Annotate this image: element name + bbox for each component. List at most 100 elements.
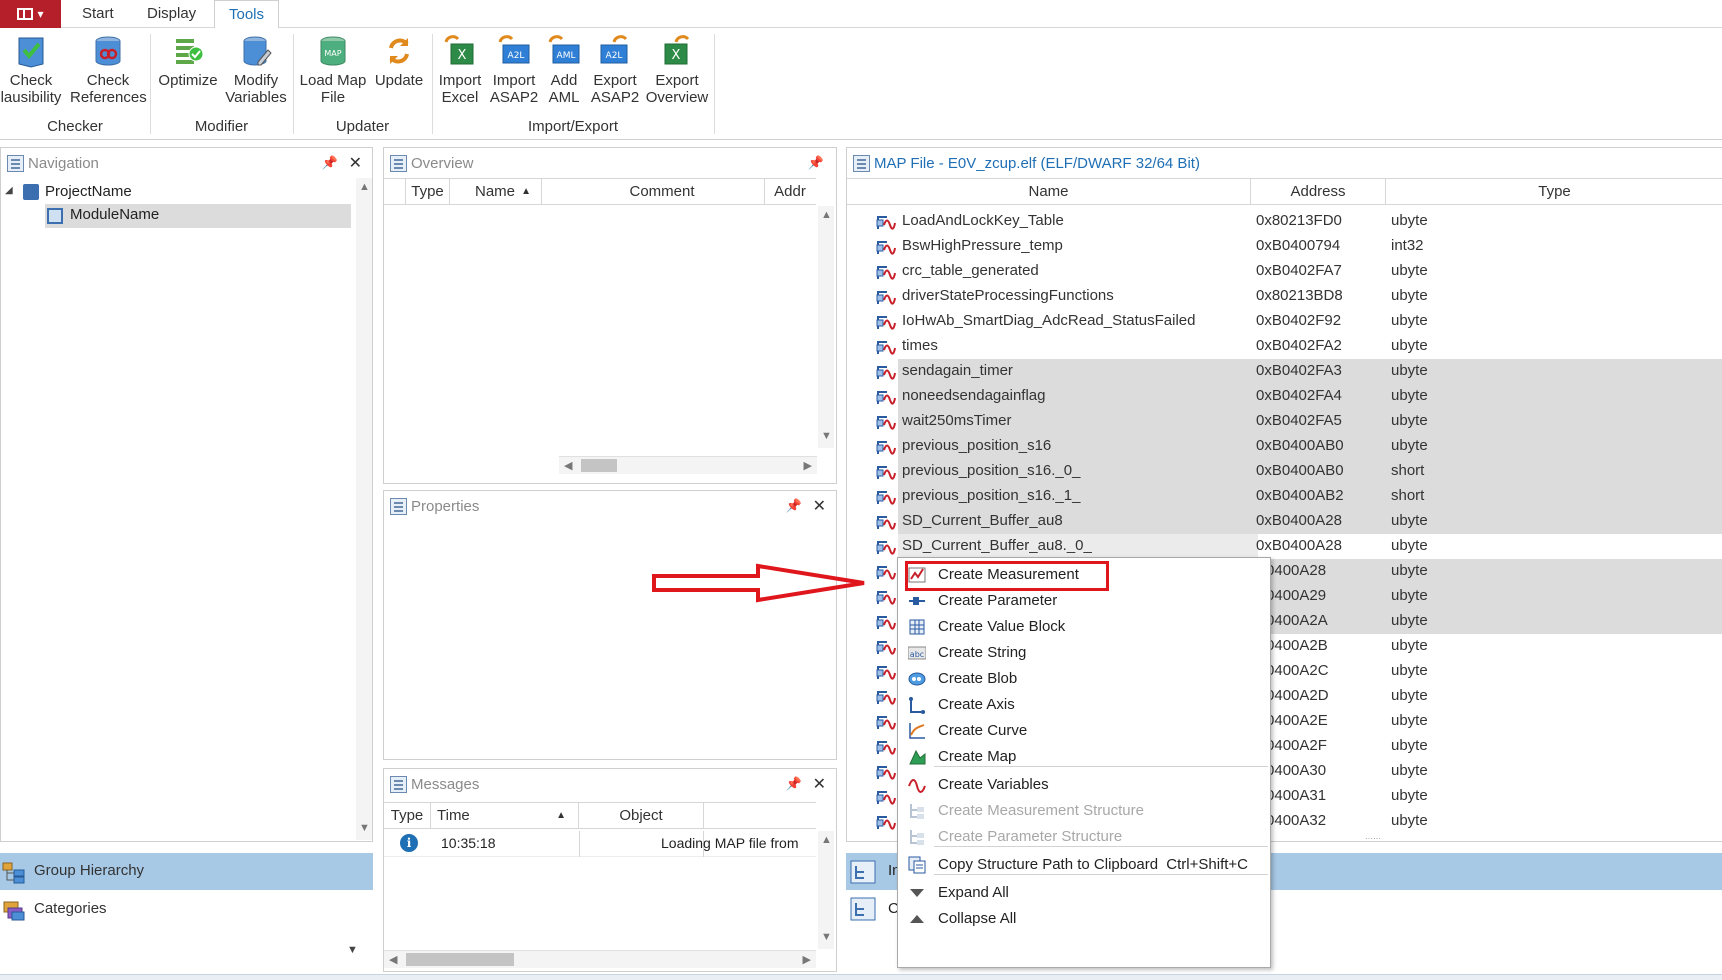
map-column-address[interactable]: Address <box>1251 179 1386 205</box>
load-map-file-button[interactable]: MAP Load Map File <box>298 34 368 106</box>
table-row[interactable]: SD_Current_Buffer_au8 0xB0400A28 ubyte <box>872 509 1722 534</box>
pin-icon[interactable]: 📌 <box>786 776 802 792</box>
scroll-down-icon[interactable]: ▼ <box>359 822 370 834</box>
pin-icon[interactable]: 📌 <box>786 498 802 514</box>
tab-start[interactable]: Start <box>68 0 128 28</box>
overview-column-comment[interactable]: Comment <box>560 179 765 205</box>
import-excel-button[interactable]: X Import Excel <box>434 34 486 106</box>
map-column-type[interactable]: Type <box>1386 179 1722 205</box>
scroll-down-icon[interactable]: ▼ <box>821 430 832 442</box>
variable-type: short <box>1391 462 1425 479</box>
scroll-left-icon[interactable]: ◀ <box>564 459 572 472</box>
modify-variables-button[interactable]: Modify Variables <box>224 34 288 106</box>
navigation-vertical-scrollbar[interactable]: ▲ ▼ <box>356 178 372 840</box>
pin-icon[interactable]: 📌 <box>808 155 824 171</box>
export-asap2-button[interactable]: A2L Export ASAP2 <box>588 34 642 106</box>
table-row[interactable]: times 0xB0402FA2 ubyte <box>872 334 1722 359</box>
scroll-down-icon[interactable]: ▼ <box>821 931 832 943</box>
menu-item-parameter[interactable]: Create Parameter <box>898 587 1270 615</box>
table-row[interactable]: noneedsendagainflag 0xB0402FA4 ubyte <box>872 384 1722 409</box>
import-excel-icon: X <box>444 35 474 65</box>
tree-item-project[interactable]: ProjectName <box>45 183 132 200</box>
update-button[interactable]: Update <box>371 34 427 89</box>
close-icon[interactable]: ✕ <box>813 774 826 794</box>
table-row[interactable]: IoHwAb_SmartDiag_AdcRead_StatusFailed 0xB… <box>872 309 1722 334</box>
messages-column-type[interactable]: Type <box>384 803 431 829</box>
overview-vertical-scrollbar[interactable]: ▲ ▼ <box>818 206 834 448</box>
overview-horizontal-scrollbar[interactable]: ◀ ▶ <box>559 456 817 474</box>
table-row[interactable]: wait250msTimer 0xB0402FA5 ubyte <box>872 409 1722 434</box>
overview-column-name[interactable]: Name ▲ <box>450 179 542 205</box>
variable-icon <box>876 291 896 305</box>
add-aml-button[interactable]: AML Add AML <box>542 34 586 106</box>
categories-tab[interactable]: Categories <box>0 891 373 928</box>
hierarchy-icon <box>850 860 876 884</box>
ribbon-tools: Check lausibility Check References Optim… <box>0 28 1722 140</box>
menu-item-string[interactable]: abc Create String <box>898 639 1270 667</box>
scroll-right-icon[interactable]: ▶ <box>803 953 811 966</box>
message-row[interactable]: i 10:35:18 Loading MAP file from <box>384 831 816 857</box>
variable-type: ubyte <box>1391 437 1428 454</box>
menu-item-copy[interactable]: Copy Structure Path to Clipboard Ctrl+Shi… <box>898 851 1270 879</box>
table-row[interactable]: driverStateProcessingFunctions 0x80213BD8… <box>872 284 1722 309</box>
table-row[interactable]: previous_position_s16._0_ 0xB0400AB0 short <box>872 459 1722 484</box>
export-overview-label-line2: Overview <box>645 89 709 106</box>
messages-horizontal-scrollbar[interactable]: ◀ ▶ <box>384 950 816 968</box>
scroll-thumb[interactable] <box>581 459 617 472</box>
tree-collapse-toggle[interactable]: ◢ <box>5 185 13 196</box>
navigation-pane-header: Navigation 📌 ✕ <box>1 148 372 178</box>
import-asap2-label-line2: ASAP2 <box>489 89 539 106</box>
table-row[interactable]: crc_table_generated 0xB0402FA7 ubyte <box>872 259 1722 284</box>
properties-icon <box>390 497 407 515</box>
messages-column-object[interactable]: Object <box>579 803 704 829</box>
menu-item-variables[interactable]: Create Variables <box>898 771 1270 799</box>
messages-vertical-scrollbar[interactable]: ▲ ▼ <box>818 831 834 949</box>
variable-name: driverStateProcessingFunctions <box>902 287 1114 304</box>
splitter-grip[interactable]: ······ <box>1365 834 1381 843</box>
tab-display[interactable]: Display <box>133 0 210 28</box>
modify-variables-label-line2: Variables <box>225 89 287 106</box>
scroll-left-icon[interactable]: ◀ <box>389 953 397 966</box>
scroll-up-icon[interactable]: ▲ <box>359 181 370 193</box>
menu-item-collapse[interactable]: Collapse All <box>898 905 1270 933</box>
overview-column-header: Type Name ▲ Comment Addr <box>384 178 816 205</box>
close-icon[interactable]: ✕ <box>349 153 362 173</box>
variable-type: short <box>1391 487 1425 504</box>
menu-item-blob[interactable]: Create Blob <box>898 665 1270 693</box>
table-row[interactable]: sendagain_timer 0xB0402FA3 ubyte <box>872 359 1722 384</box>
menu-item-curve[interactable]: Create Curve <box>898 717 1270 745</box>
scroll-thumb[interactable] <box>406 953 514 966</box>
group-hierarchy-tab[interactable]: Group Hierarchy <box>0 853 373 890</box>
scroll-up-icon[interactable]: ▲ <box>821 209 832 221</box>
scroll-up-icon[interactable]: ▲ <box>821 834 832 846</box>
bottom-list-dropdown-icon[interactable]: ▼ <box>347 944 358 956</box>
close-icon[interactable]: ✕ <box>813 496 826 516</box>
variable-name: crc_table_generated <box>902 262 1039 279</box>
menu-item-expand[interactable]: Expand All <box>898 879 1270 907</box>
optimize-button[interactable]: Optimize <box>156 34 220 89</box>
menu-item-map[interactable]: Create Map <box>898 743 1270 771</box>
import-asap2-button[interactable]: A2L Import ASAP2 <box>488 34 540 106</box>
table-row[interactable]: BswHighPressure_temp 0xB0400794 int32 <box>872 234 1722 259</box>
tab-tools[interactable]: Tools <box>214 0 280 29</box>
messages-column-time[interactable]: Time ▲ <box>431 803 579 829</box>
table-row[interactable]: previous_position_s16 0xB0400AB0 ubyte <box>872 434 1722 459</box>
table-row[interactable]: SD_Current_Buffer_au8._0_ 0xB0400A28 ubyte <box>872 534 1722 559</box>
menu-item-axis[interactable]: Create Axis <box>898 691 1270 719</box>
menu-item-value-block[interactable]: Create Value Block <box>898 613 1270 641</box>
properties-pane: Properties 📌 ✕ <box>383 490 837 760</box>
tree-item-module[interactable]: ModuleName <box>70 206 159 223</box>
pin-icon[interactable]: 📌 <box>322 155 338 171</box>
overview-column-type[interactable]: Type <box>406 179 450 205</box>
variable-icon <box>876 591 896 605</box>
application-menu-button[interactable]: ▾ <box>0 0 61 28</box>
check-plausibility-button[interactable]: Check lausibility <box>0 34 62 106</box>
export-overview-button[interactable]: X Export Overview <box>644 34 710 106</box>
map-column-name[interactable]: Name <box>847 179 1251 205</box>
check-references-button[interactable]: Check References <box>70 34 147 106</box>
variable-name: previous_position_s16._0_ <box>902 462 1081 479</box>
table-row[interactable]: previous_position_s16._1_ 0xB0400AB2 short <box>872 484 1722 509</box>
overview-column-address[interactable]: Addr <box>765 179 815 205</box>
table-row[interactable]: LoadAndLockKey_Table 0x80213FD0 ubyte <box>872 209 1722 234</box>
scroll-right-icon[interactable]: ▶ <box>804 459 812 472</box>
